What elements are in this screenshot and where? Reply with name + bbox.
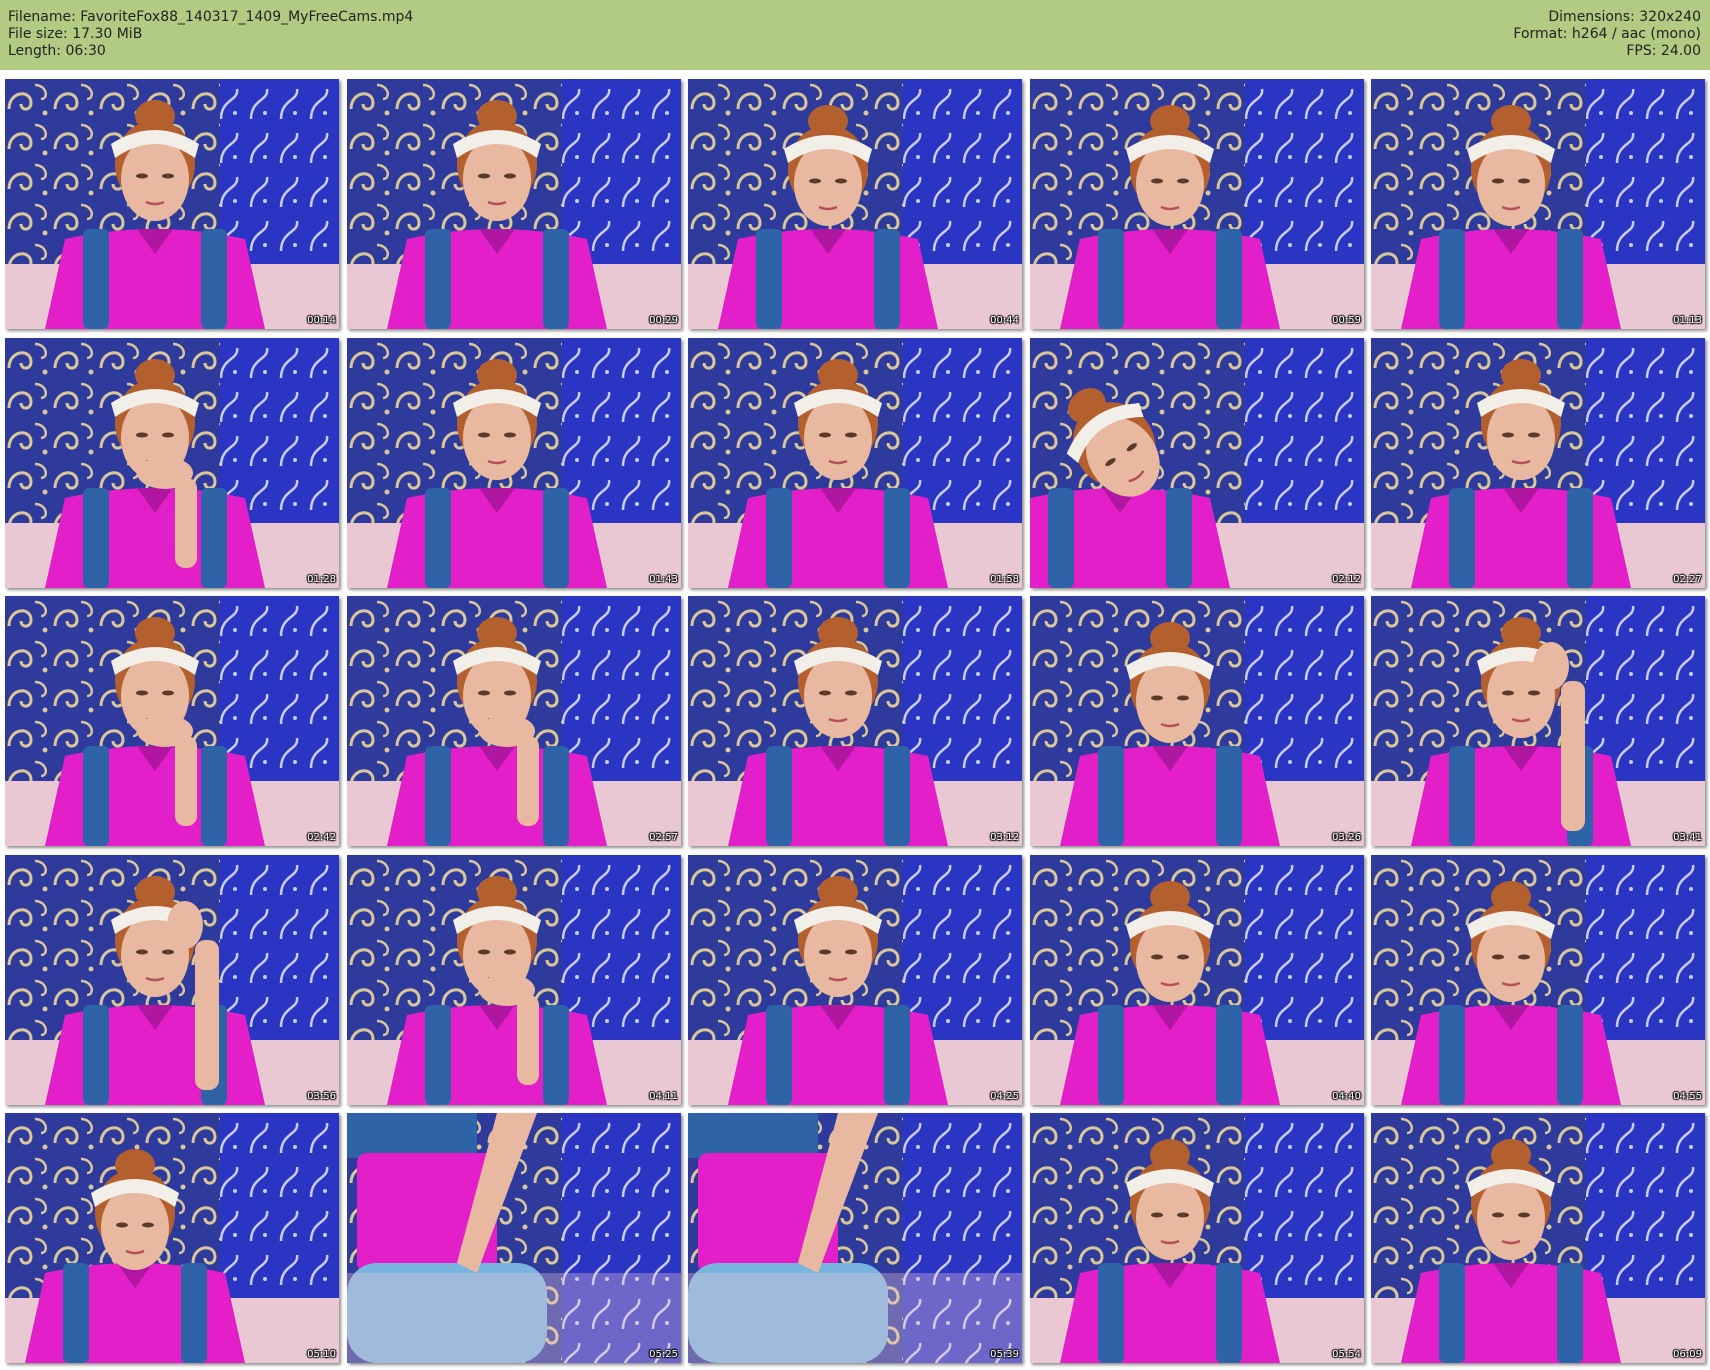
thumbnail-frame-image	[688, 596, 1022, 846]
video-thumbnail: 06:09	[1371, 1113, 1705, 1363]
video-thumbnail: 03:26	[1030, 596, 1364, 846]
thumbnail-frame-image	[347, 596, 681, 846]
filesize-label: File size: 17.30 MiB	[8, 26, 143, 42]
video-thumbnail: 05:39	[688, 1113, 1022, 1363]
video-thumbnail: 04:25	[688, 855, 1022, 1105]
thumbnail-timestamp: 02:27	[1673, 574, 1702, 585]
fps-label: FPS: 24.00	[1626, 43, 1701, 59]
video-thumbnail: 00:59	[1030, 79, 1364, 329]
video-thumbnail: 03:12	[688, 596, 1022, 846]
thumbnail-timestamp: 03:56	[307, 1091, 336, 1102]
thumbnail-grid: 00:14 00:29 00:44 00:59 01:13 01:28 01:4…	[5, 79, 1705, 1364]
thumbnail-frame-image	[5, 338, 339, 588]
thumbnail-timestamp: 01:58	[990, 574, 1019, 585]
thumbnail-timestamp: 04:40	[1332, 1091, 1361, 1102]
thumbnail-frame-image	[1371, 1113, 1705, 1363]
thumbnail-frame-image	[5, 855, 339, 1105]
file-info-right: Dimensions: 320x240 Format: h264 / aac (…	[1513, 9, 1701, 60]
video-thumbnail: 04:11	[347, 855, 681, 1105]
thumbnail-timestamp: 01:43	[649, 574, 678, 585]
video-thumbnail: 03:56	[5, 855, 339, 1105]
thumbnail-timestamp: 00:14	[307, 315, 336, 326]
thumbnail-frame-image	[1030, 855, 1364, 1105]
filename-label: Filename: FavoriteFox88_140317_1409_MyFr…	[8, 9, 414, 25]
thumbnail-frame-image	[1371, 79, 1705, 329]
dimensions-label: Dimensions: 320x240	[1548, 9, 1701, 25]
thumbnail-frame-image	[347, 338, 681, 588]
thumbnail-timestamp: 05:10	[307, 1349, 336, 1360]
video-thumbnail: 05:54	[1030, 1113, 1364, 1363]
video-thumbnail: 01:58	[688, 338, 1022, 588]
thumbnail-timestamp: 01:28	[307, 574, 336, 585]
thumbnail-frame-image	[1030, 79, 1364, 329]
video-thumbnail: 02:57	[347, 596, 681, 846]
thumbnail-frame-image	[5, 1113, 339, 1363]
video-thumbnail: 01:13	[1371, 79, 1705, 329]
video-thumbnail: 02:27	[1371, 338, 1705, 588]
video-thumbnail: 01:28	[5, 338, 339, 588]
thumbnail-timestamp: 02:12	[1332, 574, 1361, 585]
video-thumbnail: 01:43	[347, 338, 681, 588]
thumbnail-timestamp: 02:42	[307, 832, 336, 843]
thumbnail-timestamp: 00:29	[649, 315, 678, 326]
thumbnail-timestamp: 03:26	[1332, 832, 1361, 843]
thumbnail-frame-image	[5, 79, 339, 329]
thumbnail-frame-image	[1030, 1113, 1364, 1363]
thumbnail-frame-image	[688, 338, 1022, 588]
thumbnail-timestamp: 04:11	[649, 1091, 678, 1102]
thumbnail-timestamp: 02:57	[649, 832, 678, 843]
thumbnail-timestamp: 05:54	[1332, 1349, 1361, 1360]
thumbnail-timestamp: 01:13	[1673, 315, 1702, 326]
video-thumbnail: 04:40	[1030, 855, 1364, 1105]
thumbnail-frame-image	[1371, 338, 1705, 588]
thumbnail-frame-image	[5, 596, 339, 846]
thumbnail-timestamp: 03:41	[1673, 832, 1702, 843]
video-thumbnail: 00:14	[5, 79, 339, 329]
video-thumbnail: 04:55	[1371, 855, 1705, 1105]
thumbnail-frame-image	[1030, 338, 1364, 588]
thumbnail-timestamp: 03:12	[990, 832, 1019, 843]
thumbnail-frame-image	[347, 855, 681, 1105]
file-info-left: Filename: FavoriteFox88_140317_1409_MyFr…	[8, 9, 413, 60]
thumbnail-frame-image	[688, 855, 1022, 1105]
format-label: Format: h264 / aac (mono)	[1513, 26, 1701, 42]
video-thumbnail: 03:41	[1371, 596, 1705, 846]
info-header: Filename: FavoriteFox88_140317_1409_MyFr…	[0, 0, 1710, 70]
video-thumbnail: 05:10	[5, 1113, 339, 1363]
video-thumbnail: 02:12	[1030, 338, 1364, 588]
thumbnail-frame-image	[688, 1113, 1022, 1363]
thumbnail-timestamp: 00:44	[990, 315, 1019, 326]
thumbnail-frame-image	[1371, 855, 1705, 1105]
thumbnail-timestamp: 04:25	[990, 1091, 1019, 1102]
video-thumbnail: 02:42	[5, 596, 339, 846]
thumbnail-timestamp: 06:09	[1673, 1349, 1702, 1360]
thumbnail-frame-image	[347, 1113, 681, 1363]
thumbnail-frame-image	[688, 79, 1022, 329]
length-label: Length: 06:30	[8, 43, 106, 59]
thumbnail-frame-image	[347, 79, 681, 329]
video-thumbnail: 00:44	[688, 79, 1022, 329]
thumbnail-timestamp: 05:25	[649, 1349, 678, 1360]
thumbnail-timestamp: 00:59	[1332, 315, 1361, 326]
video-thumbnail: 05:25	[347, 1113, 681, 1363]
thumbnail-timestamp: 05:39	[990, 1349, 1019, 1360]
thumbnail-timestamp: 04:55	[1673, 1091, 1702, 1102]
thumbnail-frame-image	[1371, 596, 1705, 846]
thumbnail-frame-image	[1030, 596, 1364, 846]
video-thumbnail: 00:29	[347, 79, 681, 329]
